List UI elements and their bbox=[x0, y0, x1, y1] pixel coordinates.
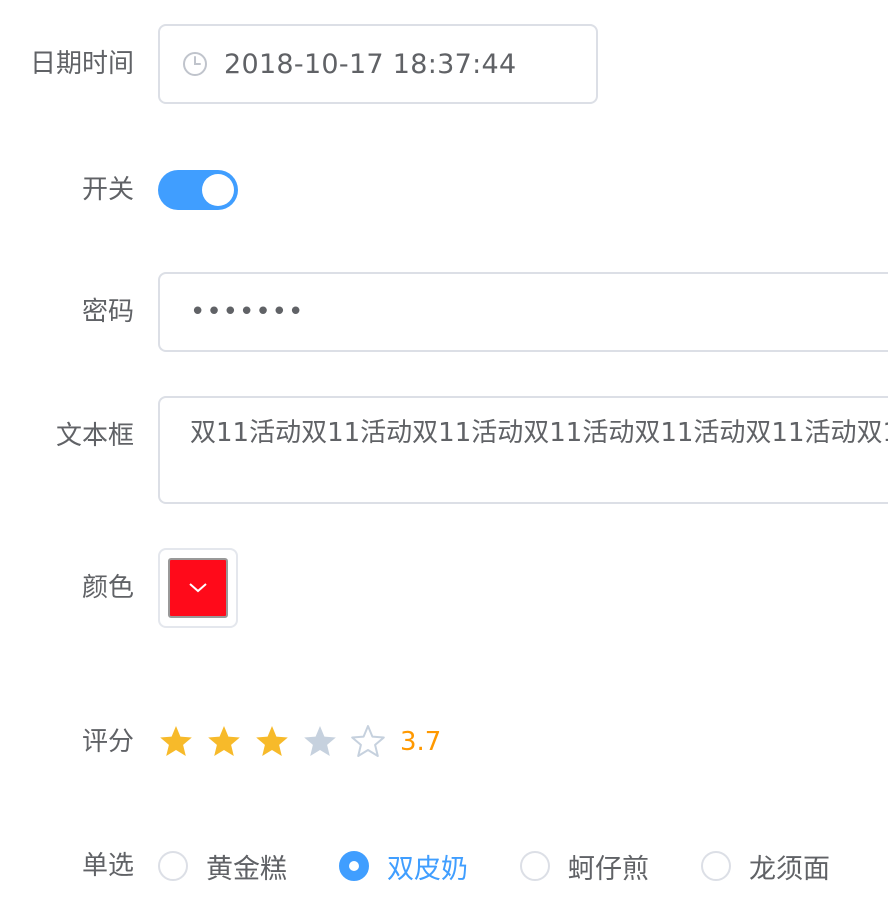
datetime-input[interactable]: 2018-10-17 18:37:44 bbox=[158, 24, 598, 104]
radio-option[interactable]: 黄金糕 bbox=[158, 847, 287, 886]
radio-circle[interactable] bbox=[701, 851, 731, 881]
textarea-input[interactable]: 双11活动双11活动双11活动双11活动双11活动双11活动双11活动双11活动 bbox=[158, 396, 888, 504]
form-row-switch: 开关 bbox=[0, 170, 888, 210]
password-label: 密码 bbox=[81, 297, 134, 327]
color-swatch[interactable] bbox=[168, 558, 228, 618]
form: 日期时间 2018-10-17 18:37:44 开关 密码 ••••••• 文… bbox=[0, 0, 888, 922]
datetime-label: 日期时间 bbox=[29, 49, 134, 79]
radio-option[interactable]: 龙须面 bbox=[701, 847, 830, 886]
radio-option[interactable]: 双皮奶 bbox=[339, 847, 468, 886]
chevron-down-icon bbox=[189, 583, 207, 593]
radio-label: 单选 bbox=[81, 851, 134, 881]
color-label: 颜色 bbox=[81, 573, 134, 603]
toggle-switch[interactable] bbox=[158, 170, 238, 210]
form-row-password: 密码 ••••••• bbox=[0, 272, 888, 352]
rate-label: 评分 bbox=[81, 727, 134, 757]
form-row-textarea: 文本框 双11活动双11活动双11活动双11活动双11活动双11活动双11活动双… bbox=[0, 396, 888, 504]
toggle-knob bbox=[202, 174, 234, 206]
rate-value: 3.7 bbox=[400, 727, 442, 757]
star-icon[interactable] bbox=[302, 724, 338, 760]
star-icon[interactable] bbox=[158, 724, 194, 760]
rate: 3.7 bbox=[158, 724, 441, 760]
radio-group: 黄金糕 双皮奶 蚵仔煎 龙须面 bbox=[158, 847, 882, 886]
form-row-color: 颜色 bbox=[0, 548, 888, 628]
switch-label: 开关 bbox=[81, 175, 134, 205]
star-icon[interactable] bbox=[350, 724, 386, 760]
radio-option[interactable]: 蚵仔煎 bbox=[520, 847, 649, 886]
radio-option-label: 双皮奶 bbox=[387, 853, 468, 885]
star-icon[interactable] bbox=[206, 724, 242, 760]
textarea-value: 双11活动双11活动双11活动双11活动双11活动双11活动双11活动双11活动 bbox=[190, 418, 888, 448]
radio-option-label: 黄金糕 bbox=[206, 853, 287, 885]
radio-circle[interactable] bbox=[158, 851, 188, 881]
form-row-rate: 评分 3.7 bbox=[0, 724, 888, 760]
radio-circle[interactable] bbox=[520, 851, 550, 881]
color-picker[interactable] bbox=[158, 548, 238, 628]
radio-option-label: 蚵仔煎 bbox=[568, 853, 649, 885]
password-value: ••••••• bbox=[190, 297, 305, 327]
radio-circle[interactable] bbox=[339, 851, 369, 881]
star-icon[interactable] bbox=[254, 724, 290, 760]
datetime-value: 2018-10-17 18:37:44 bbox=[224, 48, 517, 80]
password-input[interactable]: ••••••• bbox=[158, 272, 888, 352]
radio-option-label: 龙须面 bbox=[749, 853, 830, 885]
form-row-datetime: 日期时间 2018-10-17 18:37:44 bbox=[0, 24, 888, 104]
clock-icon bbox=[183, 52, 207, 76]
textarea-label: 文本框 bbox=[55, 421, 134, 451]
form-row-radio: 单选 黄金糕 双皮奶 蚵仔煎 龙须面 bbox=[0, 847, 888, 886]
